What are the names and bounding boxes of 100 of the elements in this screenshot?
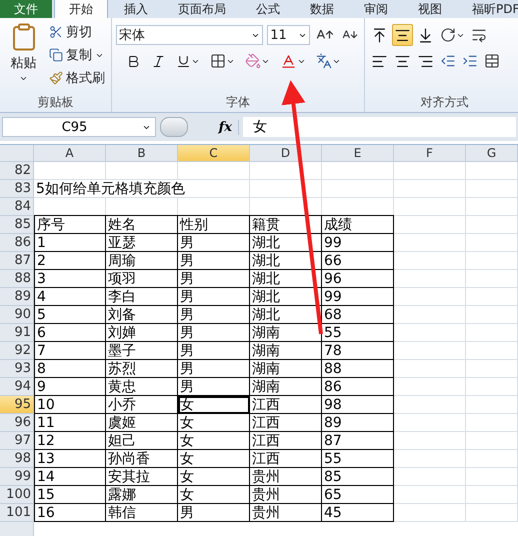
row-header[interactable]: 100 [0, 486, 34, 504]
table-cell[interactable]: 3 [34, 270, 106, 288]
table-cell[interactable]: 13 [34, 450, 106, 468]
table-cell[interactable]: 2 [34, 252, 106, 270]
table-cell[interactable]: 女 [178, 414, 250, 432]
empty-cell[interactable] [394, 414, 466, 432]
table-cell[interactable]: 刘备 [106, 306, 178, 324]
empty-cell[interactable] [178, 162, 250, 180]
row-header[interactable]: 101 [0, 504, 34, 522]
ribbon-tab[interactable]: 视图 [404, 0, 456, 18]
vertical-align-button[interactable] [392, 24, 413, 46]
column-header[interactable]: E [322, 145, 394, 162]
table-cell[interactable]: 12 [34, 432, 106, 450]
table-cell[interactable]: 江西 [250, 432, 322, 450]
table-cell[interactable]: 男 [178, 360, 250, 378]
table-cell[interactable]: 男 [178, 306, 250, 324]
ribbon-tab[interactable]: 页面布局 [164, 0, 240, 18]
column-header[interactable]: D [250, 145, 322, 162]
table-cell[interactable]: 55 [322, 450, 394, 468]
table-cell[interactable]: 65 [322, 486, 394, 504]
row-header[interactable]: 87 [0, 252, 34, 270]
table-cell[interactable]: 66 [322, 252, 394, 270]
table-cell[interactable]: 李白 [106, 288, 178, 306]
row-header[interactable]: 86 [0, 234, 34, 252]
empty-cell[interactable] [394, 378, 466, 396]
column-header[interactable]: C [178, 145, 250, 162]
ribbon-tab[interactable]: 审阅 [350, 0, 402, 18]
table-cell[interactable]: 男 [178, 324, 250, 342]
ribbon-tab[interactable]: 插入 [110, 0, 162, 18]
table-cell[interactable]: 黄忠 [106, 378, 178, 396]
table-cell[interactable]: 姓名 [106, 215, 178, 234]
row-header[interactable]: 97 [0, 432, 34, 450]
empty-cell[interactable] [466, 360, 518, 378]
empty-cell[interactable] [322, 162, 394, 180]
column-header[interactable]: F [394, 145, 466, 162]
table-cell[interactable]: 湖北 [250, 306, 322, 324]
empty-cell[interactable] [250, 162, 322, 180]
empty-cell[interactable] [466, 288, 518, 306]
table-cell[interactable]: 湖南 [250, 324, 322, 342]
table-cell[interactable]: 湖北 [250, 252, 322, 270]
paste-button[interactable]: 粘贴 [4, 22, 43, 94]
table-cell[interactable]: 15 [34, 486, 106, 504]
empty-cell[interactable] [394, 198, 466, 216]
resize-handle[interactable] [160, 117, 188, 137]
table-cell[interactable]: 女 [178, 468, 250, 486]
empty-cell[interactable] [394, 486, 466, 504]
table-cell[interactable]: 露娜 [106, 486, 178, 504]
empty-cell[interactable] [394, 432, 466, 450]
table-cell[interactable]: 安其拉 [106, 468, 178, 486]
empty-cell[interactable] [466, 378, 518, 396]
empty-cell[interactable] [250, 180, 322, 198]
table-cell[interactable]: 96 [322, 270, 394, 288]
empty-cell[interactable] [466, 450, 518, 468]
table-cell[interactable]: 湖北 [250, 288, 322, 306]
formula-field[interactable]: 女 [243, 117, 516, 137]
empty-cell[interactable] [466, 432, 518, 450]
table-cell[interactable]: 男 [178, 234, 250, 252]
empty-cell[interactable] [466, 252, 518, 270]
row-header[interactable]: 82 [0, 162, 34, 180]
column-header[interactable]: A [34, 145, 106, 162]
insert-function-button[interactable]: fx [192, 120, 239, 134]
ribbon-tab[interactable]: 数据 [296, 0, 348, 18]
empty-cell[interactable] [394, 468, 466, 486]
empty-cell[interactable] [394, 216, 466, 234]
table-cell[interactable]: 亚瑟 [106, 234, 178, 252]
table-cell[interactable]: 6 [34, 324, 106, 342]
font-name-field[interactable]: 宋体 [116, 25, 264, 45]
table-cell[interactable]: 78 [322, 342, 394, 360]
empty-cell[interactable] [466, 414, 518, 432]
row-header[interactable]: 92 [0, 342, 34, 360]
table-cell[interactable]: 孙尚香 [106, 450, 178, 468]
table-cell[interactable]: 贵州 [250, 504, 322, 522]
table-cell[interactable]: 刘婵 [106, 324, 178, 342]
row-header[interactable]: 90 [0, 306, 34, 324]
empty-cell[interactable] [394, 234, 466, 252]
table-cell[interactable]: 男 [178, 342, 250, 360]
table-cell[interactable]: 女 [178, 450, 250, 468]
table-cell[interactable]: 周瑜 [106, 252, 178, 270]
table-cell[interactable]: 9 [34, 378, 106, 396]
table-cell[interactable]: 贵州 [250, 486, 322, 504]
table-cell[interactable]: 江西 [250, 396, 322, 414]
table-cell[interactable]: 成绩 [322, 215, 394, 234]
table-cell[interactable]: 妲己 [106, 432, 178, 450]
ribbon-tab[interactable]: 开始 [54, 0, 108, 18]
row-header[interactable]: 95 [0, 396, 34, 414]
table-cell[interactable]: 男 [178, 288, 250, 306]
table-cell[interactable]: 男 [178, 504, 250, 522]
empty-cell[interactable] [466, 198, 518, 216]
empty-cell[interactable] [466, 234, 518, 252]
row-header[interactable]: 98 [0, 450, 34, 468]
table-cell[interactable]: 苏烈 [106, 360, 178, 378]
table-cell[interactable]: 女 [178, 432, 250, 450]
select-all-button[interactable] [0, 145, 34, 162]
table-cell[interactable]: 韩信 [106, 504, 178, 522]
table-cell[interactable]: 99 [322, 234, 394, 252]
empty-cell[interactable] [466, 306, 518, 324]
empty-cell[interactable] [466, 342, 518, 360]
ribbon-tab[interactable]: 公式 [242, 0, 294, 18]
empty-cell[interactable] [394, 450, 466, 468]
row-header[interactable]: 91 [0, 324, 34, 342]
